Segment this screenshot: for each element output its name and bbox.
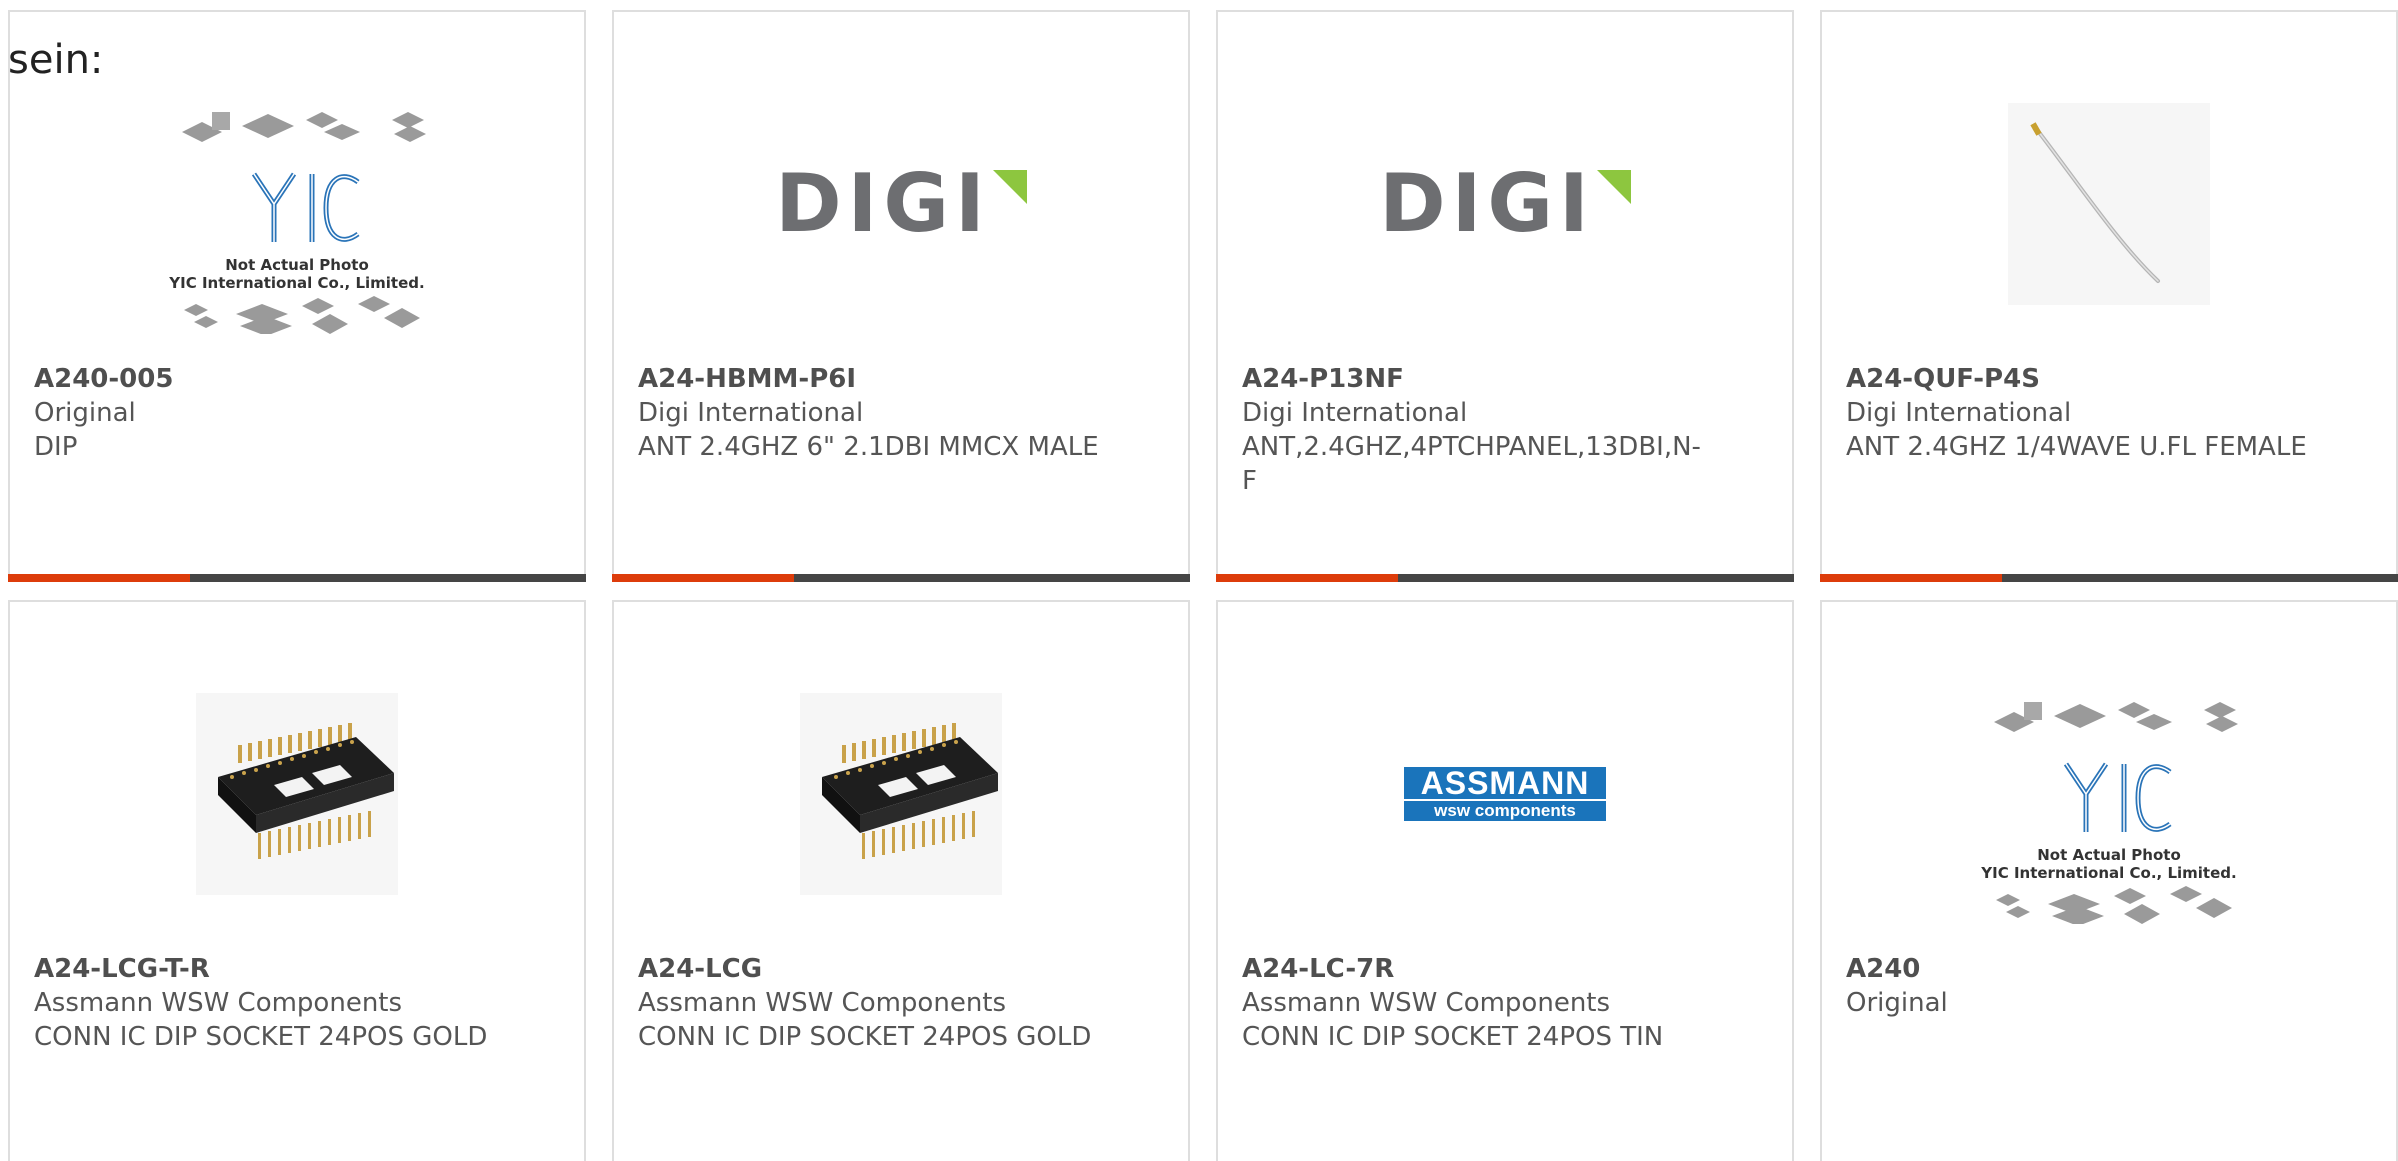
card-bottom-bar: [1216, 574, 1794, 582]
digi-flag-icon: [1596, 170, 1631, 204]
intro-text: sein:: [8, 37, 104, 83]
assmann-logo-bottom: wsw components: [1404, 801, 1606, 821]
product-image[interactable]: [10, 646, 584, 942]
description: ANT,2.4GHZ,4PTCHPANEL,13DBI,N-F: [1242, 432, 1701, 496]
product-grid-page: sein: Not Actual Photo YIC International…: [0, 0, 2398, 1161]
manufacturer: Assmann WSW Components: [1242, 988, 1611, 1018]
card-accent: [8, 574, 190, 582]
product-image[interactable]: DIGI: [614, 56, 1188, 352]
description: CONN IC DIP SOCKET 24POS GOLD: [34, 1022, 488, 1052]
product-info: A24-LCG Assmann WSW Components CONN IC D…: [638, 952, 1158, 1054]
placeholder-caption-2: YIC International Co., Limited.: [168, 274, 424, 292]
card-accent: [1820, 574, 2002, 582]
card-accent: [1216, 574, 1398, 582]
manufacturer: Digi International: [638, 398, 864, 428]
product-card[interactable]: Not Actual Photo YIC International Co., …: [8, 10, 586, 582]
dip-socket-icon: [218, 723, 394, 859]
product-info: A240 Original: [1846, 952, 2366, 1020]
product-card[interactable]: A24-QUF-P4S Digi International ANT 2.4GH…: [1820, 10, 2398, 582]
card-accent: [612, 574, 794, 582]
antenna-cable-icon: [2030, 122, 2160, 283]
digi-logo: DIGI: [775, 164, 1027, 244]
manufacturer: Original: [1846, 988, 1948, 1018]
part-number-link[interactable]: A24-LC-7R: [1242, 952, 1762, 986]
part-number-link[interactable]: A240: [1846, 952, 2366, 986]
product-image[interactable]: Not Actual Photo YIC International Co., …: [1822, 646, 2396, 942]
product-card[interactable]: ASSMANN wsw components A24-LC-7R Assmann…: [1216, 600, 1794, 1161]
description: CONN IC DIP SOCKET 24POS TIN: [1242, 1022, 1664, 1052]
description: DIP: [34, 432, 78, 462]
assmann-logo: ASSMANN wsw components: [1404, 767, 1606, 821]
part-number-link[interactable]: A24-QUF-P4S: [1846, 362, 2366, 396]
part-number-link[interactable]: A24-LCG-T-R: [34, 952, 554, 986]
description: CONN IC DIP SOCKET 24POS GOLD: [638, 1022, 1092, 1052]
part-number-link[interactable]: A24-HBMM-P6I: [638, 362, 1158, 396]
manufacturer: Digi International: [1242, 398, 1468, 428]
card-bottom-bar: [612, 574, 1190, 582]
part-number-link[interactable]: A24-LCG: [638, 952, 1158, 986]
dip-socket-icon: [822, 723, 998, 859]
digi-flag-icon: [992, 170, 1027, 204]
product-card[interactable]: A24-LCG Assmann WSW Components CONN IC D…: [612, 600, 1190, 1161]
product-card[interactable]: DIGI A24-HBMM-P6I Digi International ANT…: [612, 10, 1190, 582]
placeholder-image: Not Actual Photo YIC International Co., …: [168, 112, 426, 334]
description: ANT 2.4GHZ 1/4WAVE U.FL FEMALE: [1846, 432, 2307, 462]
digi-logo: DIGI: [1379, 164, 1631, 244]
product-card[interactable]: DIGI A24-P13NF Digi International ANT,2.…: [1216, 10, 1794, 582]
dip-socket-photo: [196, 693, 398, 895]
card-bottom-bar: [1820, 574, 2398, 582]
description: ANT 2.4GHZ 6" 2.1DBI MMCX MALE: [638, 432, 1099, 462]
product-image[interactable]: [1822, 56, 2396, 352]
placeholder-caption-1: Not Actual Photo: [225, 256, 369, 274]
product-info: A24-HBMM-P6I Digi International ANT 2.4G…: [638, 362, 1158, 464]
placeholder-caption-2: YIC International Co., Limited.: [1980, 864, 2236, 882]
product-info: A24-QUF-P4S Digi International ANT 2.4GH…: [1846, 362, 2366, 464]
product-image[interactable]: [614, 646, 1188, 942]
manufacturer: Original: [34, 398, 136, 428]
product-image[interactable]: DIGI: [1218, 56, 1792, 352]
product-image[interactable]: Not Actual Photo YIC International Co., …: [10, 56, 584, 352]
digi-logo-text: DIGI: [1379, 157, 1595, 250]
placeholder-caption-1: Not Actual Photo: [2037, 846, 2181, 864]
antenna-cable-photo: [2008, 103, 2210, 305]
product-info: A240-005 Original DIP: [34, 362, 554, 464]
manufacturer: Assmann WSW Components: [34, 988, 403, 1018]
product-info: A24-LCG-T-R Assmann WSW Components CONN …: [34, 952, 554, 1054]
product-info: A24-P13NF Digi International ANT,2.4GHZ,…: [1242, 362, 1762, 498]
placeholder-image: Not Actual Photo YIC International Co., …: [1980, 702, 2238, 924]
assmann-logo-top: ASSMANN: [1404, 767, 1606, 799]
digi-logo-text: DIGI: [775, 157, 991, 250]
dip-socket-photo: [800, 693, 1002, 895]
part-number-link[interactable]: A240-005: [34, 362, 554, 396]
product-info: A24-LC-7R Assmann WSW Components CONN IC…: [1242, 952, 1762, 1054]
product-card[interactable]: A24-LCG-T-R Assmann WSW Components CONN …: [8, 600, 586, 1161]
manufacturer: Digi International: [1846, 398, 2072, 428]
card-bottom-bar: [8, 574, 586, 582]
manufacturer: Assmann WSW Components: [638, 988, 1007, 1018]
product-card[interactable]: Not Actual Photo YIC International Co., …: [1820, 600, 2398, 1161]
product-image[interactable]: ASSMANN wsw components: [1218, 646, 1792, 942]
part-number-link[interactable]: A24-P13NF: [1242, 362, 1762, 396]
